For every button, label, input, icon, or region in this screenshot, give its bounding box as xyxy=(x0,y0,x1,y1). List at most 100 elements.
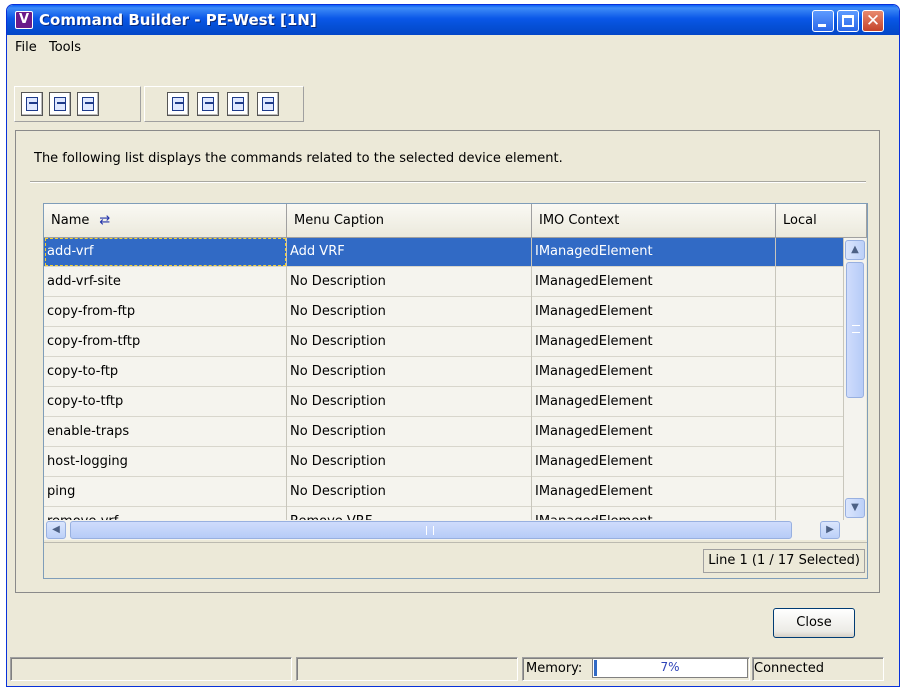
cell-local xyxy=(776,267,844,297)
run-icon xyxy=(202,97,214,111)
table-row[interactable]: add-vrf Add VRF IManagedElement xyxy=(44,238,844,267)
column-label: Name xyxy=(51,213,90,228)
scroll-up-button[interactable]: ▲ xyxy=(845,240,865,260)
table-row[interactable]: enable-traps No Description IManagedElemen… xyxy=(44,417,844,447)
table-row[interactable]: remove-vrfRemove VRFIManagedElement xyxy=(44,507,844,520)
scroll-left-button[interactable]: ◀ xyxy=(46,521,66,539)
table-row[interactable]: copy-from-tftp No Description IManagedElem… xyxy=(44,327,844,357)
commands-panel: The following list displays the commands… xyxy=(15,130,880,593)
cell-name: copy-to-ftp xyxy=(44,357,287,387)
table-row[interactable]: copy-from-ftp No Description IManagedEleme… xyxy=(44,297,844,327)
column-header-local[interactable]: Local xyxy=(776,204,867,238)
cell-menu-caption: No Description xyxy=(287,267,532,297)
cell-name: host-logging xyxy=(44,447,287,477)
view-icon xyxy=(232,97,244,111)
table-row[interactable]: host-logging No Description IManagedElemen… xyxy=(44,447,844,477)
cell-local xyxy=(776,357,844,387)
status-bar: Memory: 7% Connected xyxy=(6,655,900,683)
menu-bar: File Tools xyxy=(7,36,899,58)
cell-name: add-vrf xyxy=(44,238,287,267)
table-status-bar: Line 1 (1 / 17 Selected) xyxy=(44,542,867,578)
run-button[interactable] xyxy=(197,92,219,116)
edit-button[interactable] xyxy=(49,92,71,116)
table-row[interactable]: ping No Description IManagedElement xyxy=(44,477,844,507)
cell-local xyxy=(776,297,844,327)
table-row[interactable]: copy-to-ftp No Description IManagedElement xyxy=(44,357,844,387)
cell-name: copy-from-tftp xyxy=(44,327,287,357)
column-header-menu-caption[interactable]: Menu Caption xyxy=(287,204,532,238)
cell-imo-context: IManagedElement xyxy=(532,387,776,417)
cell-local xyxy=(776,507,844,520)
toolbar-group-1 xyxy=(14,86,141,122)
view-button[interactable] xyxy=(227,92,249,116)
cell-imo-context: IManagedElement xyxy=(532,297,776,327)
cell-local xyxy=(776,477,844,507)
cell-name: add-vrf-site xyxy=(44,267,287,297)
cell-name: copy-from-ftp xyxy=(44,297,287,327)
close-icon: ✕ xyxy=(865,11,881,31)
cell-imo-context: IManagedElement xyxy=(532,327,776,357)
import-icon xyxy=(26,97,38,111)
panel-description: The following list displays the commands… xyxy=(34,151,563,166)
minimize-button[interactable] xyxy=(812,10,834,32)
column-header-imo-context[interactable]: IMO Context xyxy=(532,204,776,238)
cell-imo-context: IManagedElement xyxy=(532,357,776,387)
cell-name: ping xyxy=(44,477,287,507)
title-bar[interactable]: V Command Builder - PE-West [1N] ✕ xyxy=(7,5,899,35)
cell-local xyxy=(776,447,844,477)
horizontal-scrollbar[interactable]: ◀ ▶ xyxy=(44,520,866,540)
table-row[interactable]: copy-to-tftp No Description IManagedElemen… xyxy=(44,387,844,417)
deploy-button[interactable] xyxy=(257,92,279,116)
cell-menu-caption: No Description xyxy=(287,387,532,417)
import-button[interactable] xyxy=(21,92,43,116)
table-row[interactable]: add-vrf-site No Description IManagedElemen… xyxy=(44,267,844,297)
menu-file[interactable]: File xyxy=(15,40,37,55)
delete-button[interactable] xyxy=(77,92,99,116)
memory-label: Memory: xyxy=(526,661,583,676)
maximize-icon xyxy=(842,15,854,27)
cell-imo-context: IManagedElement xyxy=(532,238,776,267)
cell-menu-caption: No Description xyxy=(287,477,532,507)
column-header-name[interactable]: Name ⇄ xyxy=(44,204,287,238)
status-cell-2 xyxy=(296,657,518,681)
export-icon xyxy=(172,97,184,111)
minimize-icon xyxy=(818,24,826,27)
scroll-down-button[interactable]: ▼ xyxy=(845,498,865,518)
maximize-button[interactable] xyxy=(837,10,859,32)
status-cell-1 xyxy=(10,657,292,681)
cell-menu-caption: No Description xyxy=(287,417,532,447)
cell-local xyxy=(776,238,844,267)
table-header: Name ⇄ Menu Caption IMO Context Local xyxy=(44,204,867,238)
sort-icon: ⇄ xyxy=(99,213,111,228)
window-title: Command Builder - PE-West [1N] xyxy=(39,11,317,29)
toolbar-group-2 xyxy=(144,86,304,122)
edit-icon xyxy=(54,97,66,111)
close-button[interactable]: Close xyxy=(773,608,855,638)
cell-imo-context: IManagedElement xyxy=(532,417,776,447)
cell-name: enable-traps xyxy=(44,417,287,447)
memory-bar: 7% xyxy=(592,658,748,678)
cell-imo-context: IManagedElement xyxy=(532,447,776,477)
cell-menu-caption: Add VRF xyxy=(287,238,532,267)
cell-local xyxy=(776,417,844,447)
close-window-button[interactable]: ✕ xyxy=(862,10,884,32)
cell-name: remove-vrf xyxy=(44,507,287,520)
cell-menu-caption: No Description xyxy=(287,327,532,357)
vertical-scroll-thumb[interactable] xyxy=(846,262,864,398)
cell-menu-caption: No Description xyxy=(287,447,532,477)
cell-imo-context: IManagedElement xyxy=(532,507,776,520)
cell-menu-caption: No Description xyxy=(287,357,532,387)
memory-value: 7% xyxy=(660,660,680,674)
cell-menu-caption: Remove VRF xyxy=(287,507,532,520)
app-icon: V xyxy=(15,11,33,29)
export-button[interactable] xyxy=(167,92,189,116)
deploy-icon xyxy=(262,97,274,111)
horizontal-scroll-thumb[interactable] xyxy=(70,521,792,539)
cell-menu-caption: No Description xyxy=(287,297,532,327)
cell-local xyxy=(776,327,844,357)
commands-table: Name ⇄ Menu Caption IMO Context Local add… xyxy=(43,203,868,579)
vertical-scrollbar[interactable]: ▲ ▼ xyxy=(844,238,866,520)
cell-imo-context: IManagedElement xyxy=(532,477,776,507)
scroll-right-button[interactable]: ▶ xyxy=(820,521,840,539)
menu-tools[interactable]: Tools xyxy=(49,40,81,55)
